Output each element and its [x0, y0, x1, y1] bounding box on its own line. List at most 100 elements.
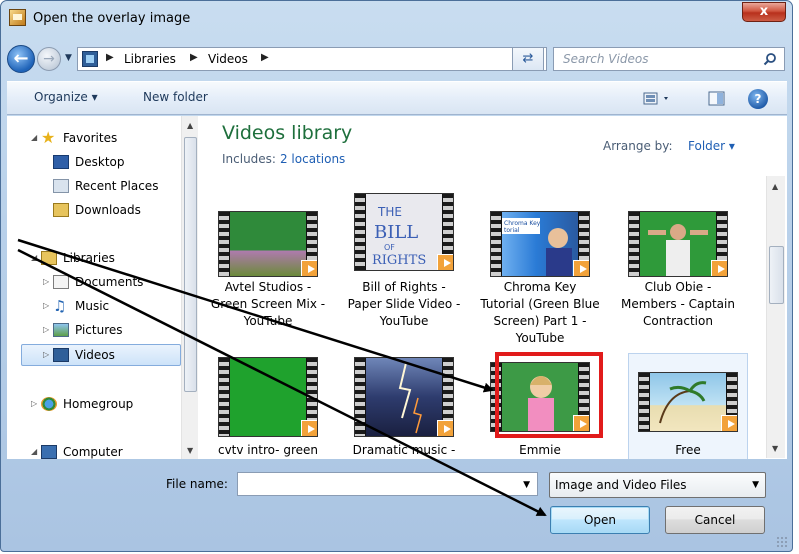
computer-icon	[41, 444, 57, 459]
video-tile[interactable]: THE BILL OF RIGHTS Bill of Rights - Paper S…	[344, 181, 464, 346]
nav-computer[interactable]: ◢ Computer	[31, 442, 123, 464]
selection-highlight-box	[495, 352, 603, 438]
back-button[interactable]: ←	[7, 45, 35, 73]
forward-button[interactable]: →	[37, 47, 61, 71]
expand-arrow-icon[interactable]: ▷	[31, 394, 41, 414]
collapse-arrow-icon[interactable]: ◢	[31, 128, 41, 148]
navigation-pane: ◢ ★ Favorites Desktop Recent Places Downlo…	[7, 116, 198, 459]
video-tile[interactable]: cvtv intro- green	[208, 352, 328, 459]
arrange-by-dropdown[interactable]: Folder ▾	[688, 139, 735, 153]
video-label: Free	[675, 443, 701, 457]
nav-pictures[interactable]: ▷ Pictures	[43, 320, 123, 342]
nav-downloads[interactable]: Downloads	[53, 200, 141, 222]
svg-text:THE: THE	[377, 205, 402, 219]
breadcrumb-libraries[interactable]: Libraries	[124, 52, 176, 66]
play-badge-icon	[437, 420, 453, 436]
svg-text:BILL: BILL	[374, 222, 418, 243]
video-tile[interactable]: Dramatic music -	[344, 352, 464, 459]
open-button[interactable]: Open	[550, 506, 650, 534]
breadcrumb-videos[interactable]: Videos	[208, 52, 248, 66]
address-row: ← → ▼ ▶ Libraries ▶ Videos ▶ ▼ ⇄	[7, 43, 787, 75]
cancel-button[interactable]: Cancel	[665, 506, 765, 534]
nav-documents[interactable]: ▷ Documents	[43, 272, 143, 294]
play-badge-icon	[301, 260, 317, 276]
dropdown-arrow-icon[interactable]: ▼	[523, 480, 530, 490]
desktop-icon	[53, 154, 69, 169]
library-includes: Includes: 2 locations	[222, 152, 346, 166]
star-icon: ★	[41, 127, 56, 147]
organize-button[interactable]: Organize ▾	[34, 90, 98, 104]
svg-text:Chroma Key: Chroma Key	[504, 220, 541, 227]
video-tile[interactable]: Free	[628, 352, 748, 459]
nav-libraries[interactable]: ◢ Libraries	[31, 248, 115, 270]
scroll-up-icon[interactable]: ▲	[187, 121, 193, 130]
address-bar[interactable]: ▶ Libraries ▶ Videos ▶ ▼	[77, 47, 573, 71]
expand-arrow-icon[interactable]: ▷	[43, 272, 53, 292]
change-view-icon[interactable]	[643, 90, 673, 108]
video-label: Emmie	[519, 443, 561, 457]
content-scrollbar[interactable]: ▲ ▼	[766, 176, 785, 458]
close-button[interactable]: x	[742, 2, 786, 22]
nav-videos[interactable]: ▷ Videos	[21, 344, 181, 366]
videos-icon	[53, 347, 69, 362]
window-title: Open the overlay image	[33, 11, 191, 26]
collapse-arrow-icon[interactable]: ◢	[31, 248, 41, 268]
chevron-right-icon[interactable]: ▶	[261, 52, 269, 63]
search-box[interactable]	[553, 47, 785, 71]
collapse-arrow-icon[interactable]: ◢	[31, 442, 41, 462]
nav-homegroup[interactable]: ▷ Homegroup	[31, 394, 133, 416]
scroll-up-icon[interactable]: ▲	[772, 182, 778, 191]
file-name-label: File name:	[166, 477, 228, 491]
title-bar[interactable]: Open the overlay image x	[1, 1, 792, 39]
new-folder-button[interactable]: New folder	[143, 90, 208, 104]
expand-arrow-icon[interactable]: ▷	[43, 296, 53, 316]
downloads-icon	[53, 202, 69, 217]
video-label: Club Obie - Members - Captain Contractio…	[621, 280, 735, 328]
content-scroll-thumb[interactable]	[769, 246, 784, 304]
file-type-value: Image and Video Files	[555, 478, 687, 492]
help-icon[interactable]: ?	[748, 89, 768, 109]
scroll-down-icon[interactable]: ▼	[772, 444, 778, 453]
locations-link[interactable]: 2 locations	[280, 152, 345, 166]
video-folder-icon	[82, 51, 98, 67]
expand-arrow-icon[interactable]: ▷	[43, 320, 53, 340]
nav-scrollbar[interactable]: ▲ ▼	[181, 116, 198, 459]
video-tile[interactable]: Avtel Studios - Green Screen Mix - YouTu…	[208, 196, 328, 346]
dropdown-arrow-icon[interactable]: ▼	[752, 480, 759, 490]
resize-grip[interactable]	[776, 536, 788, 548]
search-input[interactable]	[554, 48, 754, 70]
video-thumbnail: THE BILL OF RIGHTS	[354, 193, 454, 271]
video-thumbnail	[218, 357, 318, 437]
nav-music[interactable]: ▷ ♫ Music	[43, 296, 109, 318]
preview-pane-icon[interactable]	[707, 90, 727, 108]
file-type-select[interactable]: Image and Video Files ▼	[549, 472, 766, 498]
file-name-input[interactable]	[238, 473, 518, 495]
svg-text:RIGHTS: RIGHTS	[372, 253, 426, 268]
recent-pages-dropdown-icon[interactable]: ▼	[65, 53, 72, 63]
documents-icon	[53, 274, 69, 289]
chevron-right-icon[interactable]: ▶	[190, 52, 198, 63]
recent-places-icon	[53, 178, 69, 193]
scroll-down-icon[interactable]: ▼	[187, 446, 193, 455]
nav-favorites[interactable]: ◢ ★ Favorites	[31, 128, 117, 150]
nav-scroll-thumb[interactable]	[184, 137, 197, 392]
svg-text:torial: torial	[504, 227, 520, 234]
video-thumbnail	[354, 357, 454, 437]
music-icon: ♫	[53, 296, 67, 315]
nav-recent-places[interactable]: Recent Places	[53, 176, 158, 198]
video-tile[interactable]: Chroma Key torial Chroma Key Tutorial (Gr…	[480, 196, 600, 361]
chevron-right-icon[interactable]: ▶	[106, 52, 114, 63]
video-tile[interactable]: Club Obie - Members - Captain Contractio…	[618, 196, 738, 361]
svg-text:OF: OF	[384, 243, 395, 252]
play-badge-icon	[301, 420, 317, 436]
video-thumbnail: Chroma Key torial	[490, 211, 590, 277]
video-label: Avtel Studios - Green Screen Mix - YouTu…	[210, 280, 326, 328]
pictures-icon	[53, 322, 69, 337]
expand-arrow-icon[interactable]: ▷	[43, 345, 53, 365]
video-label: Chroma Key Tutorial (Green Blue Screen) …	[480, 280, 600, 345]
search-icon[interactable]	[763, 52, 777, 66]
nav-desktop[interactable]: Desktop	[53, 152, 125, 174]
file-name-combobox[interactable]: ▼	[237, 472, 538, 496]
refresh-button[interactable]: ⇄	[512, 47, 544, 71]
arrange-by-label: Arrange by:	[603, 139, 673, 153]
